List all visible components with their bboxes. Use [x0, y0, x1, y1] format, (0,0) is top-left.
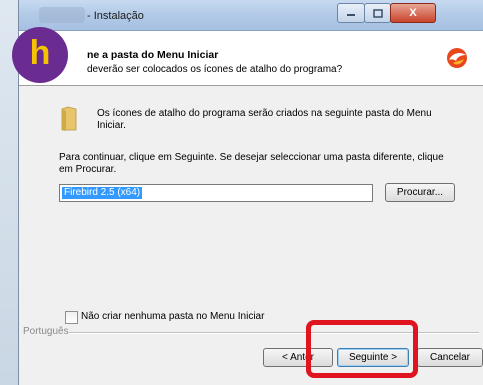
minimize-icon [347, 14, 355, 16]
window-title: - Instalação [87, 10, 144, 22]
language-label: Português [23, 326, 69, 337]
firebird-logo-icon [447, 48, 467, 68]
page-title: ne a pasta do Menu Iniciar [87, 49, 219, 61]
start-menu-folder-input[interactable]: Firebird 2.5 (x64) [59, 184, 373, 202]
title-app-name-blur [39, 7, 85, 23]
folder-input-value: Firebird 2.5 (x64) [62, 187, 143, 199]
page-subtitle: deverão ser colocados os ícones de atalh… [87, 64, 343, 75]
next-button-highlight [306, 320, 418, 378]
minimize-button[interactable] [337, 3, 365, 23]
no-folder-checkbox[interactable] [65, 311, 78, 324]
wizard-content: Os ícones de atalho do programa serão cr… [19, 86, 483, 326]
maximize-icon [372, 8, 383, 18]
folder-icon [61, 106, 77, 131]
maximize-button[interactable] [364, 3, 391, 23]
title-bar: - Instalação X [19, 0, 483, 31]
h-logo-badge: h [12, 27, 68, 83]
browse-button[interactable]: Procurar... [385, 183, 455, 202]
cancel-button[interactable]: Cancelar [417, 348, 483, 367]
instructions-text: Para continuar, clique em Seguinte. Se d… [59, 152, 444, 175]
close-icon: X [409, 7, 417, 19]
shortcut-info-text: Os ícones de atalho do programa serão cr… [97, 108, 432, 131]
wizard-header: ne a pasta do Menu Iniciar deverão ser c… [19, 31, 483, 86]
no-folder-checkbox-label[interactable]: Não criar nenhuma pasta no Menu Iniciar [81, 311, 264, 322]
close-button[interactable]: X [390, 3, 436, 23]
